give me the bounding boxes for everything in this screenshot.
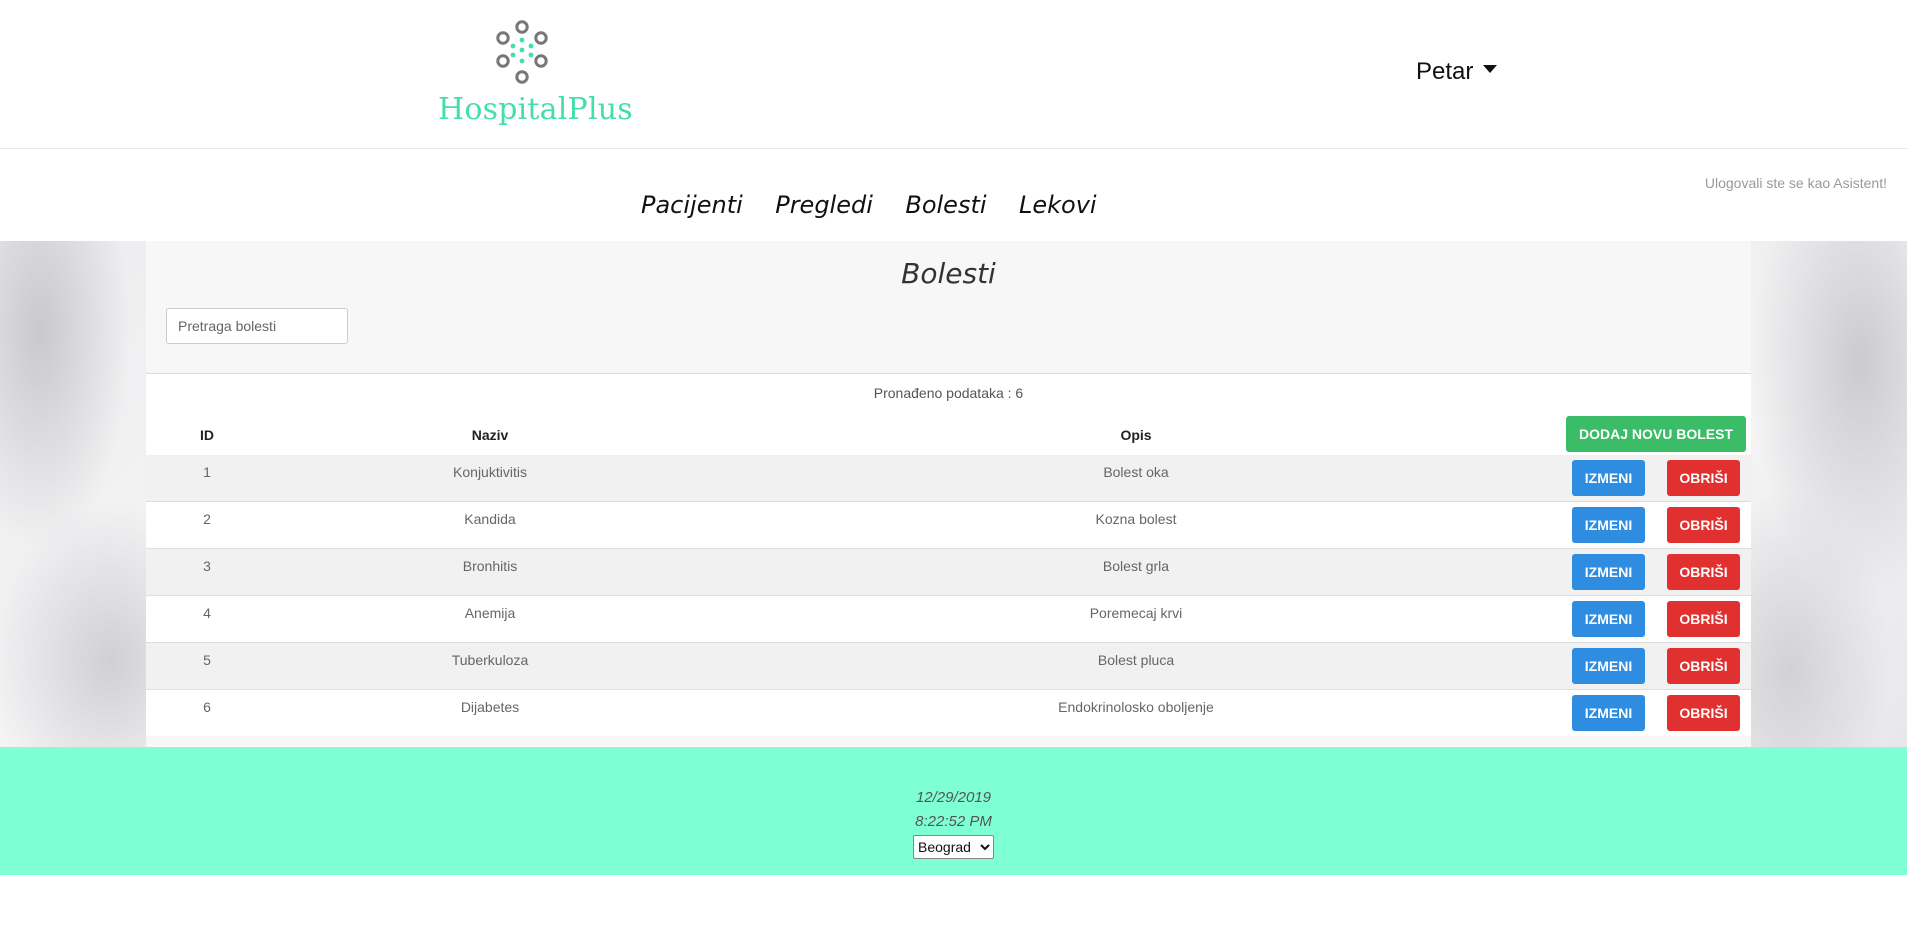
logo-icon [496,20,548,84]
table-row: 4 Anemija Poremecaj krvi IZMENI OBRIŠI [146,596,1751,643]
table-row: 1 Konjuktivitis Bolest oka IZMENI OBRIŠI [146,455,1751,502]
delete-button[interactable]: OBRIŠI [1667,601,1740,637]
login-info: Ulogovali ste se kao Asistent! [1704,175,1887,191]
cell-naziv: Kandida [464,511,516,527]
column-header-id: ID [200,427,214,443]
edit-button[interactable]: IZMENI [1572,601,1645,637]
column-header-opis: Opis [1120,427,1152,443]
nav-link-lekovi[interactable]: Lekovi [1019,191,1097,219]
cell-naziv: Anemija [464,605,516,621]
edit-button[interactable]: IZMENI [1572,460,1645,496]
cell-opis: Kozna bolest [1095,511,1177,527]
delete-button[interactable]: OBRIŠI [1667,695,1740,731]
cell-id: 3 [203,558,211,574]
column-header-naziv: Naziv [471,427,509,443]
footer-date: 12/29/2019 [915,789,992,806]
cell-naziv: Tuberkuloza [451,652,529,668]
edit-button[interactable]: IZMENI [1572,695,1645,731]
cell-naziv: Dijabetes [460,699,520,715]
logo-text: HospitalPlus [438,92,633,127]
main-nav: Pacijenti Pregledi Bolesti Lekovi Ulogov… [0,149,1907,241]
table-row: 6 Dijabetes Endokrinolosko oboljenje IZM… [146,690,1751,736]
user-name: Petar [1416,58,1474,85]
edit-button[interactable]: IZMENI [1572,507,1645,543]
delete-button[interactable]: OBRIŠI [1667,648,1740,684]
site-header: HospitalPlus Petar [0,0,1907,149]
cell-id: 5 [203,652,211,668]
table-header: ID Naziv Opis DODAJ NOVU BOLEST [146,413,1751,457]
delete-button[interactable]: OBRIŠI [1667,554,1740,590]
cell-id: 2 [203,511,211,527]
cell-opis: Bolest oka [1103,464,1169,480]
footer-time: 8:22:52 PM [915,813,992,830]
delete-button[interactable]: OBRIŠI [1667,507,1740,543]
table-row: 2 Kandida Kozna bolest IZMENI OBRIŠI [146,502,1751,549]
table-row: 5 Tuberkuloza Bolest pluca IZMENI OBRIŠI [146,643,1751,690]
search-input[interactable] [166,308,348,344]
cell-naziv: Bronhitis [462,558,518,574]
add-disease-button[interactable]: DODAJ NOVU BOLEST [1566,416,1746,452]
nav-links: Pacijenti Pregledi Bolesti Lekovi [641,191,1125,219]
site-footer: 12/29/2019 8:22:52 PM Beograd [0,747,1907,875]
cell-id: 1 [203,464,211,480]
logo[interactable]: HospitalPlus [438,20,633,132]
cell-opis: Bolest pluca [1097,652,1175,668]
user-menu-dropdown[interactable]: Petar [1416,58,1498,86]
cell-opis: Poremecaj krvi [1089,605,1183,621]
cell-id: 6 [203,699,211,715]
caret-down-icon [1483,64,1498,73]
edit-button[interactable]: IZMENI [1572,648,1645,684]
nav-link-pregledi[interactable]: Pregledi [775,191,873,219]
diseases-panel: Bolesti Pronađeno podataka : 6 ID Naziv … [146,241,1751,747]
cell-id: 4 [203,605,211,621]
table-row: 3 Bronhitis Bolest grla IZMENI OBRIŠI [146,549,1751,596]
results-count: Pronađeno podataka : 6 [146,373,1751,414]
edit-button[interactable]: IZMENI [1572,554,1645,590]
nav-link-pacijenti[interactable]: Pacijenti [641,191,743,219]
page-title: Bolesti [901,257,996,290]
city-select[interactable]: Beograd [913,835,994,859]
cell-opis: Endokrinolosko oboljenje [1058,699,1214,715]
cell-naziv: Konjuktivitis [453,464,527,480]
diseases-table-body: 1 Konjuktivitis Bolest oka IZMENI OBRIŠI… [146,455,1751,736]
nav-link-bolesti[interactable]: Bolesti [905,191,986,219]
cell-opis: Bolest grla [1102,558,1170,574]
delete-button[interactable]: OBRIŠI [1667,460,1740,496]
